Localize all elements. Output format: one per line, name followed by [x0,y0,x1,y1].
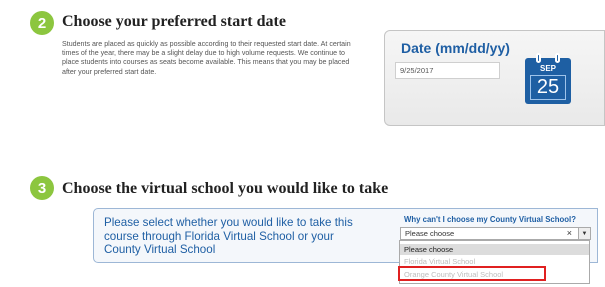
calendar-ring-right [555,53,560,63]
chevron-down-icon[interactable]: ▼ [578,228,590,239]
why-county-school-link[interactable]: Why can't I choose my County Virtual Sch… [404,215,576,224]
step-2-badge: 2 [30,11,54,35]
calendar-icon[interactable]: SEP 25 [525,53,571,104]
virtual-school-heading: Choose the virtual school you would like… [62,180,389,197]
school-prompt: Please select whether you would like to … [104,216,353,256]
calendar-month: SEP [539,64,556,73]
start-date-heading: Choose your preferred start date [62,13,286,30]
calendar-day-box: 25 [530,75,566,100]
school-select[interactable]: Please choose × ▼ [400,227,591,240]
date-label: Date (mm/dd/yy) [401,40,510,56]
start-date-card: Date (mm/dd/yy) SEP 25 [384,30,605,126]
start-date-input[interactable] [395,62,500,79]
start-date-description: Students are placed as quickly as possib… [62,40,351,76]
school-select-value: Please choose [405,229,455,238]
calendar-day: 25 [536,76,560,98]
school-option[interactable]: Please choose [400,244,589,255]
clear-selection-icon[interactable]: × [567,228,572,238]
step-3-badge: 3 [30,176,54,200]
calendar-ring-left [536,53,541,63]
highlight-annotation [398,266,546,281]
